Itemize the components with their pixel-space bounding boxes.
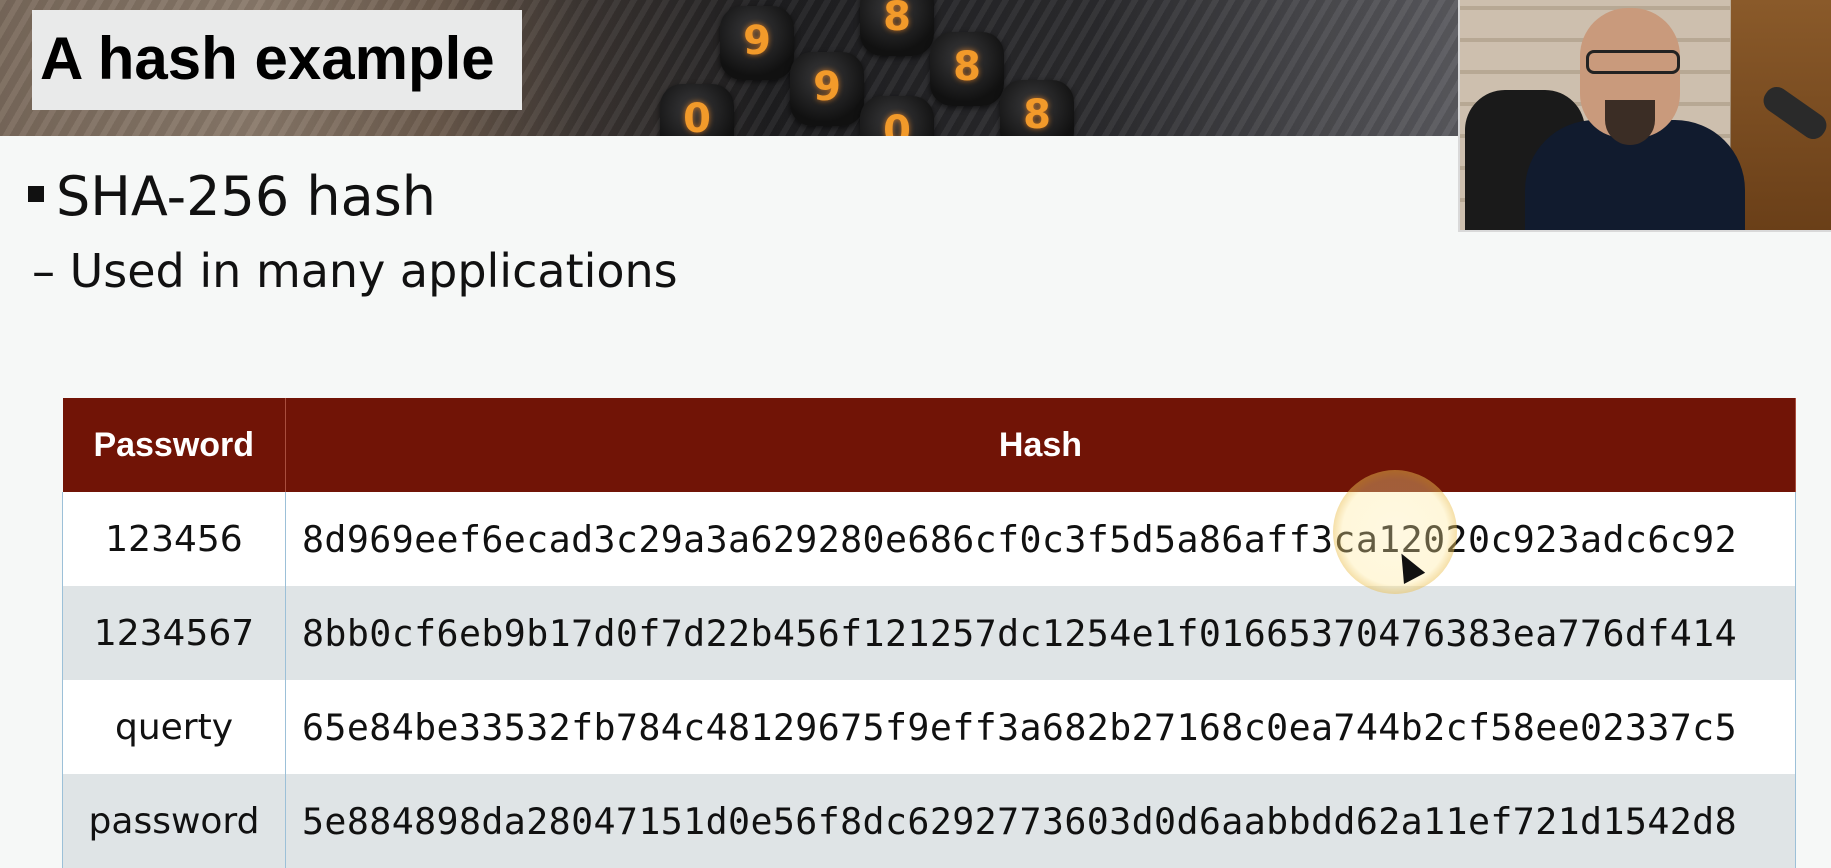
table-row: 123456 8d969eef6ecad3c29a3a629280e686cf0… [62,492,1796,586]
table-row: password 5e884898da28047151d0e56f8dc6292… [62,774,1796,868]
bullet-main: SHA-256 hash [28,165,436,228]
bullet-main-text: SHA-256 hash [56,165,437,228]
lock-dial: 0 [860,96,934,136]
hash-cell: 8d969eef6ecad3c29a3a629280e686cf0c3f5d5a… [285,492,1796,586]
column-header-hash: Hash [285,398,1796,492]
hash-cell: 8bb0cf6eb9b17d0f7d22b456f121257dc1254e1f… [285,586,1796,680]
lock-dial: 0 [660,84,734,136]
glasses [1586,50,1680,74]
table-row: querty 65e84be33532fb784c48129675f9eff3a… [62,680,1796,774]
lock-dial: 9 [720,6,794,80]
password-cell: password [62,774,286,868]
hash-table: Password Hash 123456 8d969eef6ecad3c29a3… [62,398,1796,868]
bullet-sub-text: Used in many applications [69,244,678,298]
table-row: 1234567 8bb0cf6eb9b17d0f7d22b456f121257d… [62,586,1796,680]
hash-cell: 5e884898da28047151d0e56f8dc6292773603d0d… [285,774,1796,868]
lock-dial: 8 [930,32,1004,106]
lock-dial: 8 [1000,80,1074,136]
square-bullet-icon [28,186,44,203]
hash-cell: 65e84be33532fb784c48129675f9eff3a682b271… [285,680,1796,774]
lock-dial: 8 [860,0,934,56]
password-cell: 123456 [62,492,286,586]
lock-dial: 9 [790,52,864,126]
password-cell: querty [62,680,286,774]
slide-title: A hash example [40,25,495,92]
bullet-sub: – Used in many applications [32,244,678,298]
table-header-row: Password Hash [62,398,1796,492]
webcam-inset [1460,0,1831,230]
password-cell: 1234567 [62,586,286,680]
dash-bullet-icon: – [32,244,70,298]
column-header-password: Password [62,398,286,492]
